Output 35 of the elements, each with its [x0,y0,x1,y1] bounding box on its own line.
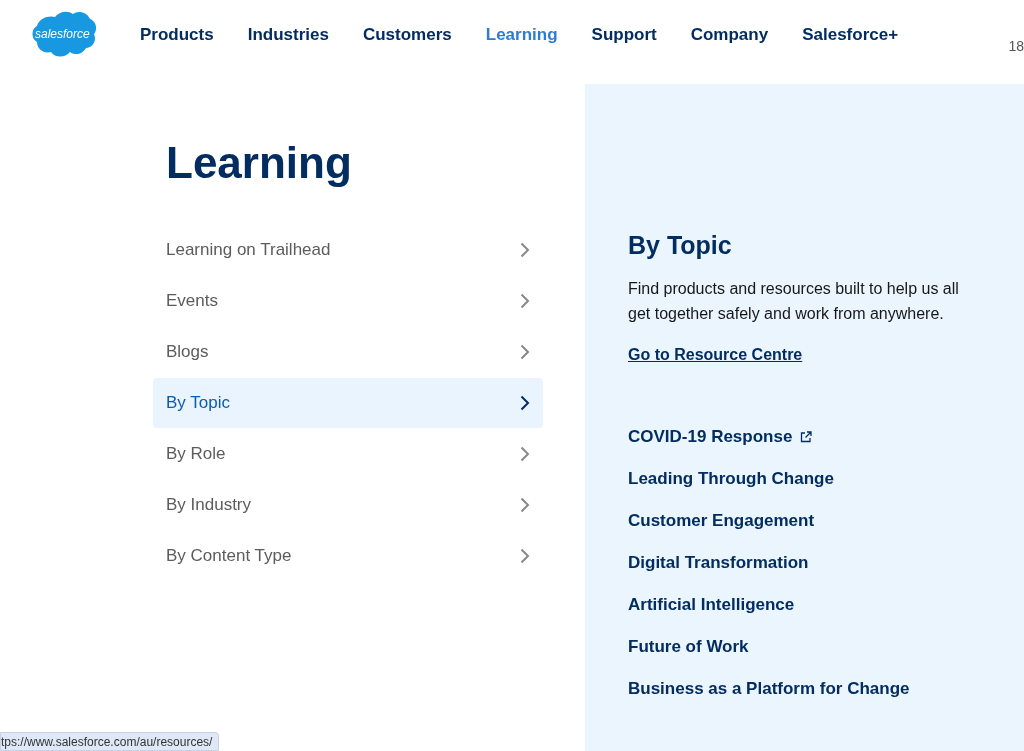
chevron-right-icon [520,395,530,411]
menu-item[interactable]: Events [153,276,543,326]
menu-title: Learning [166,141,353,185]
chevron-right-icon [520,293,530,309]
topic-link[interactable]: Business as a Platform for Change [628,678,910,699]
topic-link[interactable]: Leading Through Change [628,468,834,489]
topic-link[interactable]: Digital Transformation [628,552,809,573]
nav-link[interactable]: Company [690,25,769,45]
topic-link[interactable]: Artificial Intelligence [628,594,795,615]
menu-item[interactable]: By Role [153,429,543,479]
resource-centre-link[interactable]: Go to Resource Centre [628,346,803,364]
topic-link[interactable]: Future of Work [628,636,749,657]
chevron-right-icon [520,548,530,564]
panel-description: Find products and resources built to help us all get together safely and work from anywhere. [628,279,960,324]
topic-link[interactable]: Customer Engagement [628,510,815,531]
menu-item[interactable]: By Content Type [153,531,543,581]
nav-link[interactable]: Industries [247,25,329,45]
nav-link[interactable]: Customers [362,25,452,45]
topic-link[interactable]: COVID-19 Response [628,426,813,447]
menu-item[interactable]: Blogs [153,327,543,377]
panel-title: By Topic [628,231,733,260]
nav-link[interactable]: Salesforce+ [802,25,899,45]
corner-text: 18 [1008,38,1024,54]
menu-item[interactable]: By Topic [153,378,543,428]
chevron-right-icon [520,242,530,258]
nav-link[interactable]: Learning [485,25,558,45]
chevron-right-icon [520,344,530,360]
menu-item[interactable]: By Industry [153,480,543,530]
nav-link[interactable]: Products [140,25,214,45]
status-bar-url: tps://www.salesforce.com/au/resources/ [0,732,220,751]
menu-item[interactable]: Learning on Trailhead [153,225,543,275]
chevron-right-icon [520,446,530,462]
chevron-right-icon [520,497,530,513]
nav-link[interactable]: Support [591,25,657,45]
logo-text: salesforce [35,27,90,41]
